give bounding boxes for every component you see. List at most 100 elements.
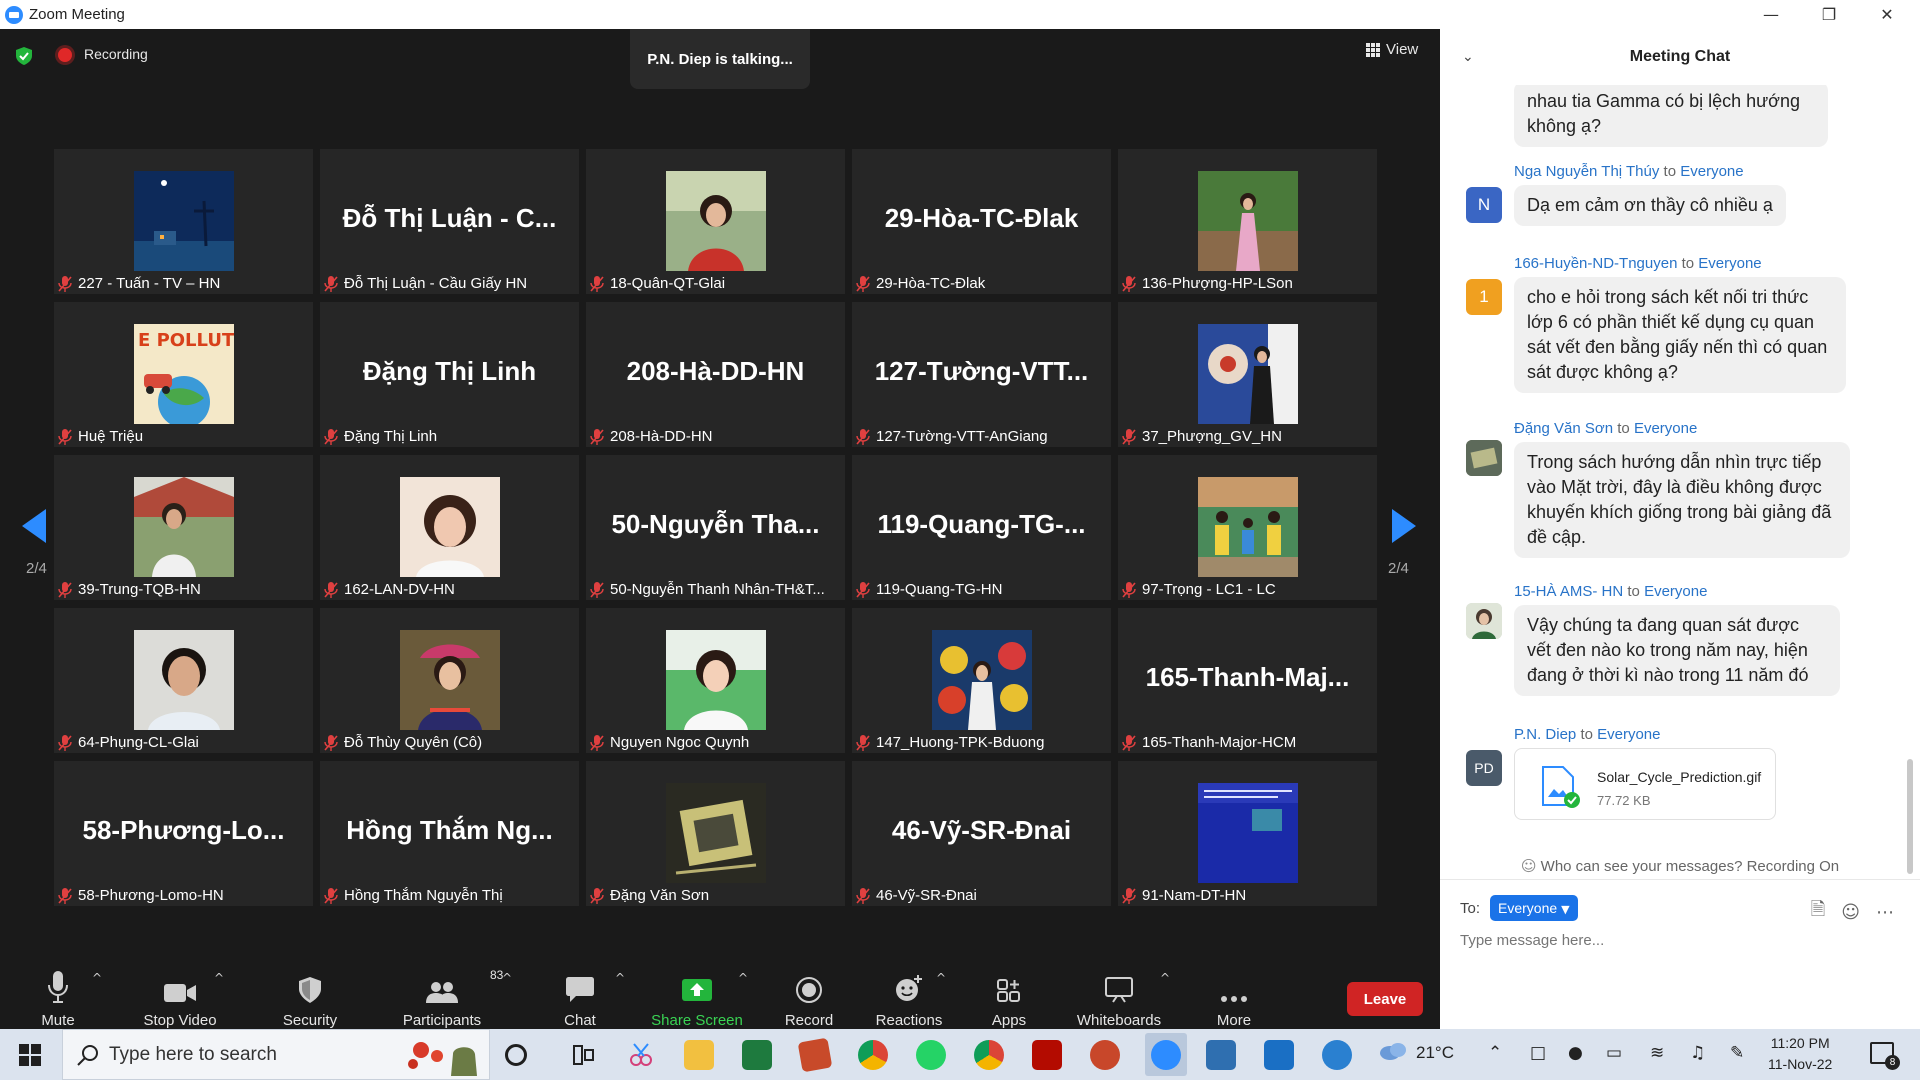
share-options-caret[interactable]: ^ bbox=[738, 971, 748, 985]
video-tile[interactable]: 162-LAN-DV-HN bbox=[320, 455, 579, 600]
wifi-icon[interactable]: ≋ bbox=[1650, 1043, 1664, 1063]
video-tile[interactable]: 136-Phượng-HP-LSon bbox=[1118, 149, 1377, 294]
leave-button[interactable]: Leave bbox=[1347, 982, 1423, 1016]
volume-icon[interactable]: ♫ bbox=[1690, 1043, 1705, 1063]
video-tile[interactable]: 208-Hà-DD-HN 208-Hà-DD-HN bbox=[586, 302, 845, 447]
pen-icon[interactable]: ✎ bbox=[1730, 1043, 1744, 1063]
stop-video-button[interactable]: Stop Video bbox=[135, 949, 225, 1029]
video-tile[interactable]: 97-Trọng - LC1 - LC bbox=[1118, 455, 1377, 600]
battery-icon[interactable]: ▭ bbox=[1606, 1043, 1622, 1063]
windows-start-icon[interactable] bbox=[19, 1044, 41, 1066]
video-tile[interactable]: Đặng Thị Linh Đặng Thị Linh bbox=[320, 302, 579, 447]
video-tile[interactable]: 127-Tường-VTT... 127-Tường-VTT-AnGiang bbox=[852, 302, 1111, 447]
chevron-down-icon[interactable]: ⌄ bbox=[1462, 49, 1474, 65]
video-tile[interactable]: Đỗ Thùy Quyên (Cô) bbox=[320, 608, 579, 753]
chat-title: Meeting Chat bbox=[1629, 48, 1731, 65]
emoji-icon[interactable]: ☺ bbox=[1841, 902, 1860, 923]
video-tile[interactable]: 119-Quang-TG-... 119-Quang-TG-HN bbox=[852, 455, 1111, 600]
video-tile[interactable]: Hồng Thắm Ng... Hồng Thắm Nguyễn Thị bbox=[320, 761, 579, 906]
video-tile[interactable]: 29-Hòa-TC-Đlak 29-Hòa-TC-Đlak bbox=[852, 149, 1111, 294]
image-file-icon bbox=[1542, 766, 1580, 808]
taskbar-search[interactable]: Type here to search bbox=[62, 1029, 490, 1080]
tray-overflow-chevron-icon[interactable]: ⌃ bbox=[1488, 1043, 1502, 1063]
previous-page-arrow-icon[interactable] bbox=[22, 509, 46, 543]
view-button[interactable]: View bbox=[1366, 41, 1418, 58]
file-icon[interactable]: 🗎 bbox=[1811, 897, 1825, 927]
video-tile[interactable]: 37_Phượng_GV_HN bbox=[1118, 302, 1377, 447]
next-page-arrow-icon[interactable] bbox=[1392, 509, 1416, 543]
minimize-button[interactable]: — bbox=[1742, 0, 1800, 29]
muted-microphone-icon bbox=[58, 887, 72, 904]
participants-button[interactable]: 83 Participants bbox=[398, 949, 504, 1029]
restore-button[interactable]: ❐ bbox=[1800, 0, 1858, 29]
video-tile[interactable]: E POLLUT Huệ Triệu bbox=[54, 302, 313, 447]
video-tile[interactable]: 46-Vỹ-SR-Đnai 46-Vỹ-SR-Đnai bbox=[852, 761, 1111, 906]
message-input[interactable] bbox=[1460, 932, 1900, 949]
video-tile[interactable]: 50-Nguyễn Tha... 50-Nguyễn Thanh Nhân-TH&… bbox=[586, 455, 845, 600]
muted-microphone-icon bbox=[1122, 428, 1136, 445]
share-screen-button[interactable]: Share Screen bbox=[651, 949, 743, 1029]
mute-button[interactable]: Mute bbox=[36, 949, 80, 1029]
book-app-icon[interactable] bbox=[797, 1037, 833, 1073]
message-visibility-info[interactable]: ☺ Who can see your messages? Recording O… bbox=[1440, 857, 1920, 875]
video-options-caret[interactable]: ^ bbox=[214, 971, 224, 985]
video-player-icon[interactable] bbox=[1264, 1040, 1294, 1070]
acrobat-icon[interactable] bbox=[1032, 1040, 1062, 1070]
video-tile[interactable]: 39-Trung-TQB-HN bbox=[54, 455, 313, 600]
cortana-icon[interactable] bbox=[505, 1044, 527, 1066]
stop-video-label: Stop Video bbox=[143, 1012, 217, 1029]
security-button[interactable]: Security bbox=[282, 949, 338, 1029]
apps-button[interactable]: Apps bbox=[990, 949, 1028, 1029]
video-tile[interactable]: Đặng Văn Sơn bbox=[586, 761, 845, 906]
chat-button[interactable]: Chat bbox=[560, 949, 600, 1029]
participant-name: Đặng Văn Sơn bbox=[610, 887, 710, 904]
video-tile[interactable]: 227 - Tuấn - TV – HN bbox=[54, 149, 313, 294]
video-tile[interactable]: 147_Huong-TPK-Bduong bbox=[852, 608, 1111, 753]
video-tile[interactable]: Đỗ Thị Luận - C... Đỗ Thị Luận - Cầu Giấy… bbox=[320, 149, 579, 294]
photos-icon[interactable] bbox=[1206, 1040, 1236, 1070]
meet-now-icon[interactable]: □ bbox=[1530, 1043, 1546, 1063]
zoom-taskbar-highlight[interactable] bbox=[1145, 1033, 1187, 1076]
clock[interactable]: 11:20 PM 11-Nov-22 bbox=[1768, 1033, 1832, 1075]
excel-icon[interactable] bbox=[742, 1040, 772, 1070]
file-attachment[interactable]: Solar_Cycle_Prediction.gif 77.72 KB bbox=[1514, 748, 1776, 820]
whiteboards-button[interactable]: Whiteboards bbox=[1074, 949, 1164, 1029]
chat-options-caret[interactable]: ^ bbox=[615, 971, 625, 985]
reactions-options-caret[interactable]: ^ bbox=[936, 971, 946, 985]
recipient-select[interactable]: Everyone ▼ bbox=[1490, 895, 1578, 921]
video-tile[interactable]: 165-Thanh-Maj... 165-Thanh-Major-HCM bbox=[1118, 608, 1377, 753]
video-tile[interactable]: 64-Phụng-CL-Glai bbox=[54, 608, 313, 753]
close-button[interactable]: ✕ bbox=[1858, 0, 1916, 29]
chrome-icon[interactable] bbox=[858, 1040, 888, 1070]
more-button[interactable]: More bbox=[1212, 949, 1256, 1029]
mute-options-caret[interactable]: ^ bbox=[92, 971, 102, 985]
weather-cloud-icon[interactable] bbox=[1378, 1039, 1408, 1061]
video-tile[interactable]: Nguyen Ngoc Quynh bbox=[586, 608, 845, 753]
task-view-icon[interactable] bbox=[568, 1040, 598, 1070]
snipping-tool-icon[interactable] bbox=[626, 1040, 656, 1070]
shield-icon[interactable] bbox=[16, 47, 32, 65]
file-explorer-icon[interactable] bbox=[684, 1040, 714, 1070]
recording-label[interactable]: Recording bbox=[84, 46, 148, 62]
whiteboards-options-caret[interactable]: ^ bbox=[1160, 971, 1170, 985]
recording-dot-icon bbox=[58, 48, 72, 62]
video-tile[interactable]: 18-Quân-QT-Glai bbox=[586, 149, 845, 294]
powerpoint-icon[interactable] bbox=[1090, 1040, 1120, 1070]
record-button[interactable]: Record bbox=[784, 949, 834, 1029]
chrome-profile-icon[interactable] bbox=[974, 1040, 1004, 1070]
weather-temperature[interactable]: 21°C bbox=[1416, 1043, 1454, 1063]
recipient-row: To: Everyone ▼ bbox=[1460, 895, 1578, 921]
reactions-button[interactable]: Reactions bbox=[876, 949, 942, 1029]
notifications-icon[interactable]: 8 bbox=[1870, 1042, 1900, 1070]
participants-options-caret[interactable]: ^ bbox=[502, 971, 512, 985]
participant-photo: E POLLUT bbox=[134, 324, 234, 424]
video-tile[interactable]: 58-Phương-Lo... 58-Phương-Lomo-HN bbox=[54, 761, 313, 906]
microphone-tray-icon[interactable]: ● bbox=[1568, 1043, 1583, 1063]
help-icon[interactable] bbox=[1322, 1040, 1352, 1070]
whatsapp-icon[interactable] bbox=[916, 1040, 946, 1070]
more-options-icon[interactable]: ⋯ bbox=[1876, 902, 1894, 923]
muted-microphone-icon bbox=[590, 887, 604, 904]
chat-divider bbox=[1440, 879, 1920, 880]
chat-messages: nhau tia Gamma có bị lệch hướng không ạ?… bbox=[1440, 85, 1910, 857]
video-tile[interactable]: 91-Nam-DT-HN bbox=[1118, 761, 1377, 906]
